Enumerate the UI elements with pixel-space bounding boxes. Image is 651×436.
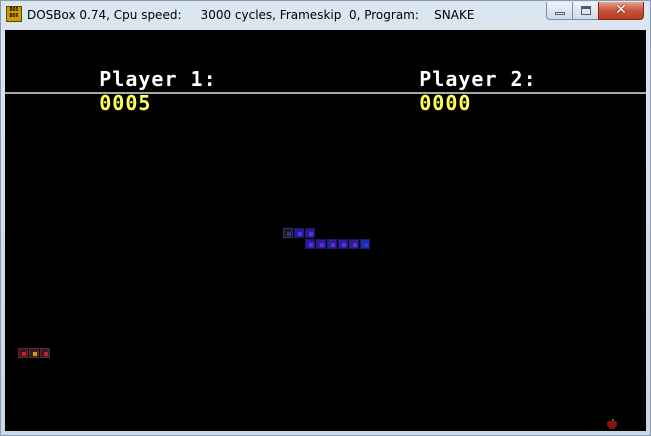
player2-label: Player 2:: [419, 67, 537, 91]
player2-score-display: Player 2: 0000: [341, 43, 537, 139]
maximize-button[interactable]: [572, 2, 599, 20]
snake-segment: [29, 348, 39, 358]
dosbox-window: DOS BOX DOSBox 0.74, Cpu speed: 3000 cyc…: [0, 0, 651, 436]
minimize-button[interactable]: [546, 2, 573, 20]
snake-segment: [305, 239, 315, 249]
close-button[interactable]: ✕: [598, 2, 644, 20]
player1-score: 0005: [99, 91, 152, 115]
snake-segment: [294, 228, 304, 238]
snake-head: [360, 239, 370, 249]
snake-segment: [327, 239, 337, 249]
apple-icon: [607, 419, 617, 429]
title-bar[interactable]: DOS BOX DOSBox 0.74, Cpu speed: 3000 cyc…: [1, 1, 650, 28]
snake-segment: [40, 348, 50, 358]
maximize-icon: [581, 6, 591, 15]
dosbox-app-icon[interactable]: DOS BOX: [6, 6, 22, 22]
minimize-icon: [555, 12, 565, 15]
player1-label: Player 1:: [99, 67, 217, 91]
window-title: DOSBox 0.74, Cpu speed: 3000 cycles, Fra…: [27, 8, 475, 22]
snake-segment: [338, 239, 348, 249]
snake-segment: [349, 239, 359, 249]
icon-text-bottom: BOX: [9, 13, 19, 19]
player2-score: 0000: [419, 91, 472, 115]
game-screen[interactable]: Player 1: 0005 Player 2: 0000: [5, 30, 646, 431]
snake-segment: [316, 239, 326, 249]
snake-segment: [18, 348, 28, 358]
hud-divider: [5, 92, 646, 94]
snake-segment: [283, 228, 293, 238]
snake-segment: [305, 228, 315, 238]
player1-score-display: Player 1: 0005: [21, 43, 217, 139]
close-icon: ✕: [615, 2, 627, 18]
